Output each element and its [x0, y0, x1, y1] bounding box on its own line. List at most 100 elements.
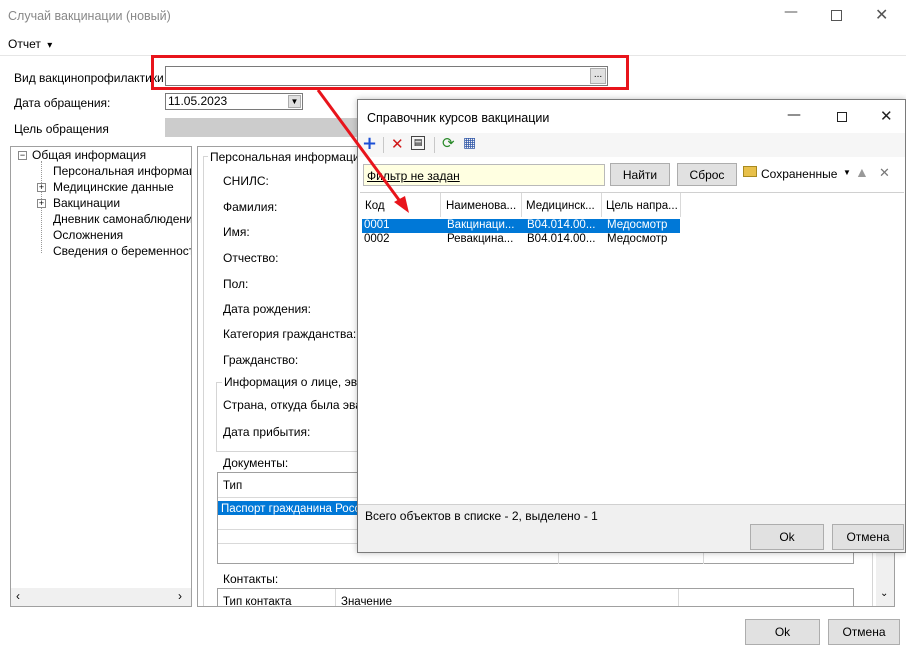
expand-icon[interactable]: +	[37, 199, 46, 208]
dialog-status-bar: Всего объектов в списке - 2, выделено - …	[358, 504, 905, 552]
visit-date-label: Дата обращения:	[14, 96, 111, 110]
contacts-col-type[interactable]: Тип контакта	[223, 596, 292, 606]
dialog-close-button[interactable]: ✕	[880, 107, 893, 125]
main-ok-button[interactable]: Ok	[745, 619, 820, 645]
toolbar-separator	[383, 137, 384, 153]
minimize-button[interactable]: —	[784, 4, 808, 24]
navigation-tree: − Общая информация Персональная информац…	[10, 146, 192, 607]
patronymic-label: Отчество:	[223, 251, 279, 265]
tree-item-vaccinations[interactable]: Вакцинации	[53, 196, 120, 210]
dialog-maximize-button[interactable]	[837, 112, 847, 122]
row-purpose: Медосмотр	[607, 233, 668, 245]
col-medical[interactable]: Медицинск...	[526, 200, 600, 212]
last-name-label: Фамилия:	[223, 200, 278, 214]
row-purpose: Медосмотр	[607, 219, 668, 231]
dialog-minimize-button[interactable]: —	[787, 107, 801, 123]
main-window-title: Случай вакцинации (новый)	[8, 9, 171, 23]
collapse-icon[interactable]: −	[18, 151, 27, 160]
col-name[interactable]: Наименова...	[446, 200, 520, 212]
row-medical: B04.014.00...	[527, 233, 596, 245]
contacts-grid: Тип контакта Значение	[217, 588, 854, 606]
close-button[interactable]: ✕	[875, 5, 888, 24]
dialog-toolbar: + ✕ ▤ ⟳ ▦	[358, 133, 905, 157]
delete-icon[interactable]: ✕	[391, 135, 404, 153]
tree-item-medical-data[interactable]: Медицинские данные	[53, 180, 174, 194]
chevron-left-icon[interactable]: ‹	[16, 589, 20, 603]
dropdown-arrow-icon[interactable]: ▼	[843, 168, 851, 177]
visit-purpose-label: Цель обращения	[14, 122, 109, 136]
visit-date-value: 11.05.2023	[168, 94, 228, 108]
tree-root-general-info[interactable]: Общая информация	[32, 148, 146, 162]
find-button[interactable]: Найти	[610, 163, 670, 186]
menu-report-label: Отчет	[8, 37, 41, 51]
contacts-label: Контакты:	[223, 572, 279, 586]
reset-button[interactable]: Сброс	[677, 163, 737, 186]
chevron-down-icon: ▼	[290, 97, 299, 106]
courses-grid: Код Наименова... Медицинск... Цель напра…	[360, 192, 904, 504]
chevron-right-icon[interactable]: ›	[178, 589, 182, 603]
contacts-col-value[interactable]: Значение	[341, 596, 392, 606]
tree-item-pregnancy[interactable]: Сведения о беременности	[53, 244, 191, 258]
saved-filters-menu[interactable]: Сохраненные	[761, 167, 837, 181]
row-code: 0002	[364, 233, 390, 245]
clear-filter-icon[interactable]: ✕	[879, 165, 890, 181]
vaccination-course-dialog: Справочник курсов вакцинации — ✕ + ✕ ▤ ⟳…	[357, 99, 906, 553]
export-icon[interactable]: ▦	[463, 135, 476, 151]
row-medical: B04.014.00...	[527, 219, 596, 231]
add-icon[interactable]: +	[362, 133, 377, 154]
pin-icon[interactable]: ▲	[855, 164, 869, 180]
documents-row[interactable]: Паспорт гражданина Росси	[218, 501, 368, 515]
row-name: Ревакцина...	[447, 233, 514, 245]
dropdown-arrow-icon: ▾	[47, 40, 53, 51]
highlight-box	[151, 55, 629, 90]
chevron-down-icon[interactable]: ⌄	[880, 588, 888, 599]
row-name: Вакцинаци...	[447, 219, 515, 231]
tree-item-complications[interactable]: Осложнения	[53, 228, 123, 242]
col-divider	[680, 193, 681, 217]
saved-folder-icon	[743, 166, 757, 177]
col-code[interactable]: Код	[365, 200, 440, 212]
col-divider	[601, 193, 602, 217]
country-from-label: Страна, откуда была эвак	[223, 398, 368, 412]
table-row[interactable]: 0002 Ревакцина... B04.014.00... Медосмот…	[362, 233, 680, 247]
properties-icon[interactable]: ▤	[411, 136, 425, 150]
visit-date-input[interactable]: 11.05.2023	[165, 93, 303, 110]
grid-col-divider	[335, 589, 336, 606]
filter-text: Фильтр не задан	[367, 169, 460, 183]
table-row[interactable]: 0001 Вакцинаци... B04.014.00... Медосмот…	[362, 219, 680, 233]
dialog-title: Справочник курсов вакцинации	[367, 111, 550, 125]
dialog-ok-button[interactable]: Ok	[750, 524, 824, 550]
dialog-cancel-button[interactable]: Отмена	[832, 524, 904, 550]
vaccination-type-label: Вид вакцинопрофилактики	[14, 71, 164, 85]
row-code: 0001	[364, 219, 390, 231]
citizenship-category-label: Категория гражданства:	[223, 327, 357, 341]
date-dropdown-button[interactable]: ▼	[288, 95, 301, 108]
evacuation-group-title: Информация о лице, эваку	[222, 375, 378, 389]
maximize-button[interactable]	[831, 10, 842, 21]
snils-label: СНИЛС:	[223, 174, 269, 188]
grid-col-divider	[678, 589, 679, 606]
tree-horizontal-scrollbar[interactable]: ‹ ›	[11, 588, 191, 606]
birth-date-label: Дата рождения:	[223, 302, 311, 316]
col-divider	[440, 193, 441, 217]
filter-box[interactable]: Фильтр не задан	[363, 164, 605, 186]
toolbar-separator	[434, 137, 435, 153]
documents-row-type: Паспорт гражданина Росси	[221, 503, 367, 515]
personal-info-group-title: Персональная информация п	[208, 150, 378, 164]
visit-purpose-input[interactable]	[165, 118, 365, 137]
tree-item-personal-info[interactable]: Персональная информация	[53, 164, 191, 178]
arrival-date-label: Дата прибытия:	[223, 425, 311, 439]
citizenship-label: Гражданство:	[223, 353, 299, 367]
menu-report[interactable]: Отчет ▾	[8, 37, 52, 51]
documents-col-type[interactable]: Тип	[223, 480, 242, 492]
col-divider	[521, 193, 522, 217]
tree-item-self-observation[interactable]: Дневник самонаблюдения	[53, 212, 191, 226]
documents-label: Документы:	[223, 456, 289, 470]
first-name-label: Имя:	[223, 225, 250, 239]
refresh-icon[interactable]: ⟳	[442, 134, 455, 152]
status-text: Всего объектов в списке - 2, выделено - …	[365, 509, 598, 523]
sex-label: Пол:	[223, 277, 249, 291]
col-purpose[interactable]: Цель напра...	[606, 200, 680, 212]
main-cancel-button[interactable]: Отмена	[828, 619, 900, 645]
expand-icon[interactable]: +	[37, 183, 46, 192]
